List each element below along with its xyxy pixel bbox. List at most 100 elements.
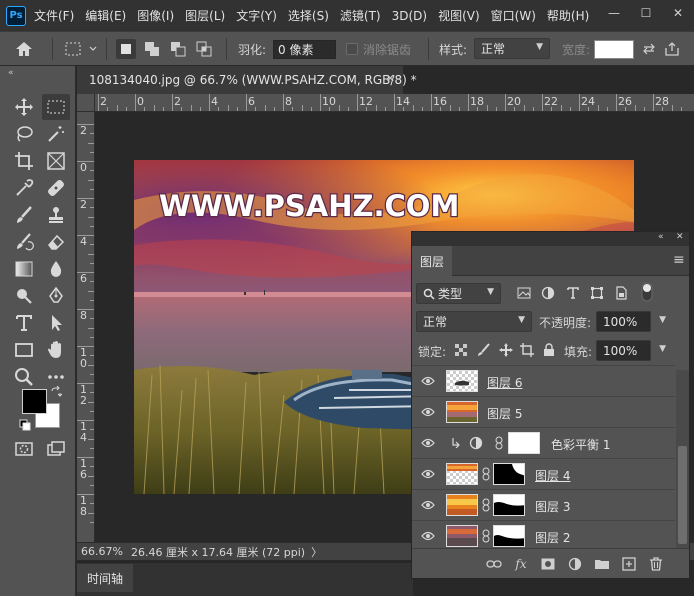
link-icon[interactable] xyxy=(494,436,504,450)
layer-name[interactable]: 图层 5 xyxy=(487,405,522,422)
menu-image[interactable]: 图像(I) xyxy=(137,7,174,24)
layer-name[interactable]: 色彩平衡 1 xyxy=(551,436,610,453)
close-tab-icon[interactable]: ✕ xyxy=(386,72,395,85)
link-icon[interactable] xyxy=(481,529,491,543)
lock-position-icon[interactable] xyxy=(499,343,513,357)
crop-icon[interactable] xyxy=(10,148,38,174)
dodge-icon[interactable] xyxy=(10,283,38,309)
layer-row[interactable]: 图层 4 xyxy=(412,458,675,489)
type-icon[interactable] xyxy=(10,310,38,336)
layers-scrollbar-thumb[interactable] xyxy=(678,446,687,544)
feather-input[interactable]: 0 像素 xyxy=(273,40,336,59)
width-input[interactable] xyxy=(594,40,634,59)
swap-icon[interactable] xyxy=(642,32,656,66)
blend-mode-select[interactable]: 正常 ▼ xyxy=(416,311,532,332)
ruler-origin[interactable] xyxy=(77,94,95,112)
eyedropper-icon[interactable] xyxy=(10,175,38,201)
zoom-level[interactable]: 66.67% xyxy=(81,545,129,558)
new-group-icon[interactable] xyxy=(594,556,610,572)
visibility-eye-icon[interactable] xyxy=(421,530,435,542)
layer-mask-thumbnail[interactable] xyxy=(493,463,525,485)
layers-tab[interactable]: 图层 xyxy=(412,246,452,276)
filter-adjustment-icon[interactable] xyxy=(540,285,556,301)
document-tab[interactable]: 108134040.jpg @ 66.7% (WWW.PSAHZ.COM, RG… xyxy=(77,66,417,94)
menu-type[interactable]: 文字(Y) xyxy=(236,7,277,24)
layer-name[interactable]: 图层 3 xyxy=(535,498,570,515)
menu-file[interactable]: 文件(F) xyxy=(34,7,74,24)
rectangular-marquee-icon[interactable] xyxy=(42,94,70,120)
layer-mask-thumbnail[interactable] xyxy=(493,494,525,516)
frame-icon[interactable] xyxy=(42,148,70,174)
layers-scrollbar[interactable] xyxy=(676,370,689,548)
style-select[interactable]: 正常 ▼ xyxy=(474,38,550,59)
history-brush-icon[interactable] xyxy=(10,229,38,255)
gradient-icon[interactable] xyxy=(10,256,38,282)
add-selection-icon[interactable] xyxy=(142,39,162,59)
add-mask-icon[interactable] xyxy=(540,556,556,572)
layer-row[interactable]: 图层 2 xyxy=(412,520,675,548)
restore-button[interactable]: ☐ xyxy=(630,0,662,26)
foreground-color-swatch[interactable] xyxy=(22,389,47,414)
lock-pixels-icon[interactable] xyxy=(477,343,491,357)
swap-colors-icon[interactable] xyxy=(50,385,63,401)
healing-brush-icon[interactable] xyxy=(42,175,70,201)
subtract-selection-icon[interactable] xyxy=(168,39,188,59)
visibility-eye-icon[interactable] xyxy=(421,499,435,511)
layer-row[interactable]: 色彩平衡 1 xyxy=(412,427,675,458)
visibility-eye-icon[interactable] xyxy=(421,437,435,449)
menu-filter[interactable]: 滤镜(T) xyxy=(340,7,381,24)
visibility-eye-icon[interactable] xyxy=(421,468,435,480)
blur-drop-icon[interactable] xyxy=(42,256,70,282)
layer-row[interactable]: 图层 5 xyxy=(412,396,675,427)
eraser-icon[interactable] xyxy=(42,229,70,255)
brush-icon[interactable] xyxy=(10,202,38,228)
menu-window[interactable]: 窗口(W) xyxy=(491,7,536,24)
lasso-icon[interactable] xyxy=(10,121,38,147)
lock-all-icon[interactable] xyxy=(542,343,556,357)
menu-help[interactable]: 帮助(H) xyxy=(547,7,589,24)
fill-input[interactable]: 100% ▼ xyxy=(596,340,666,361)
menu-layer[interactable]: 图层(L) xyxy=(185,7,225,24)
menu-select[interactable]: 选择(S) xyxy=(288,7,329,24)
menu-view[interactable]: 视图(V) xyxy=(438,7,480,24)
status-expand-icon[interactable]: 〉 xyxy=(311,544,322,560)
layer-mask-thumbnail[interactable] xyxy=(493,525,525,547)
visibility-eye-icon[interactable] xyxy=(421,406,435,418)
filter-pixel-icon[interactable] xyxy=(516,285,532,301)
screen-mode-icon[interactable] xyxy=(42,436,70,462)
vertical-ruler[interactable]: 2 0 2 4 6 8 1 0 1 2 1 4 1 6 1 8 xyxy=(77,112,95,542)
layer-name[interactable]: 图层 4 xyxy=(535,467,570,484)
new-selection-icon[interactable] xyxy=(116,39,136,59)
move-tool-icon[interactable] xyxy=(10,94,38,120)
layers-panel-header[interactable]: « ✕ xyxy=(412,232,689,246)
layer-effects-icon[interactable]: fx xyxy=(513,556,529,572)
close-button[interactable]: ✕ xyxy=(662,0,694,26)
new-layer-icon[interactable] xyxy=(621,556,637,572)
home-icon[interactable] xyxy=(14,32,34,66)
timeline-tab[interactable]: 时间轴 xyxy=(77,564,134,592)
default-colors-icon[interactable] xyxy=(19,419,31,434)
share-icon[interactable] xyxy=(663,32,681,66)
hand-icon[interactable] xyxy=(42,337,70,363)
panel-close-icon[interactable]: ✕ xyxy=(676,232,684,242)
layer-row[interactable]: 图层 6 xyxy=(412,365,675,396)
layer-name[interactable]: 图层 6 xyxy=(487,374,522,391)
visibility-eye-icon[interactable] xyxy=(421,375,435,387)
panel-collapse-icon[interactable]: « xyxy=(658,232,664,242)
zoom-icon[interactable] xyxy=(10,364,38,390)
delete-layer-icon[interactable] xyxy=(648,556,664,572)
marquee-preset-icon[interactable] xyxy=(64,32,98,66)
filter-shape-icon[interactable] xyxy=(589,285,605,301)
intersect-selection-icon[interactable] xyxy=(194,39,214,59)
rectangle-shape-icon[interactable] xyxy=(10,337,38,363)
filter-type-icon[interactable] xyxy=(565,285,581,301)
menu-edit[interactable]: 编辑(E) xyxy=(85,7,126,24)
menu-3d[interactable]: 3D(D) xyxy=(392,9,427,23)
layer-name[interactable]: 图层 2 xyxy=(535,529,570,546)
minimize-button[interactable]: — xyxy=(598,0,630,26)
collapse-icon[interactable]: « xyxy=(8,68,14,78)
antialias-checkbox[interactable] xyxy=(346,32,358,66)
horizontal-ruler[interactable]: 2 0 2 4 6 8 10 12 14 16 18 20 22 24 26 28 xyxy=(95,94,694,112)
filter-toggle-icon[interactable] xyxy=(640,281,654,303)
lock-artboard-icon[interactable] xyxy=(520,343,534,357)
